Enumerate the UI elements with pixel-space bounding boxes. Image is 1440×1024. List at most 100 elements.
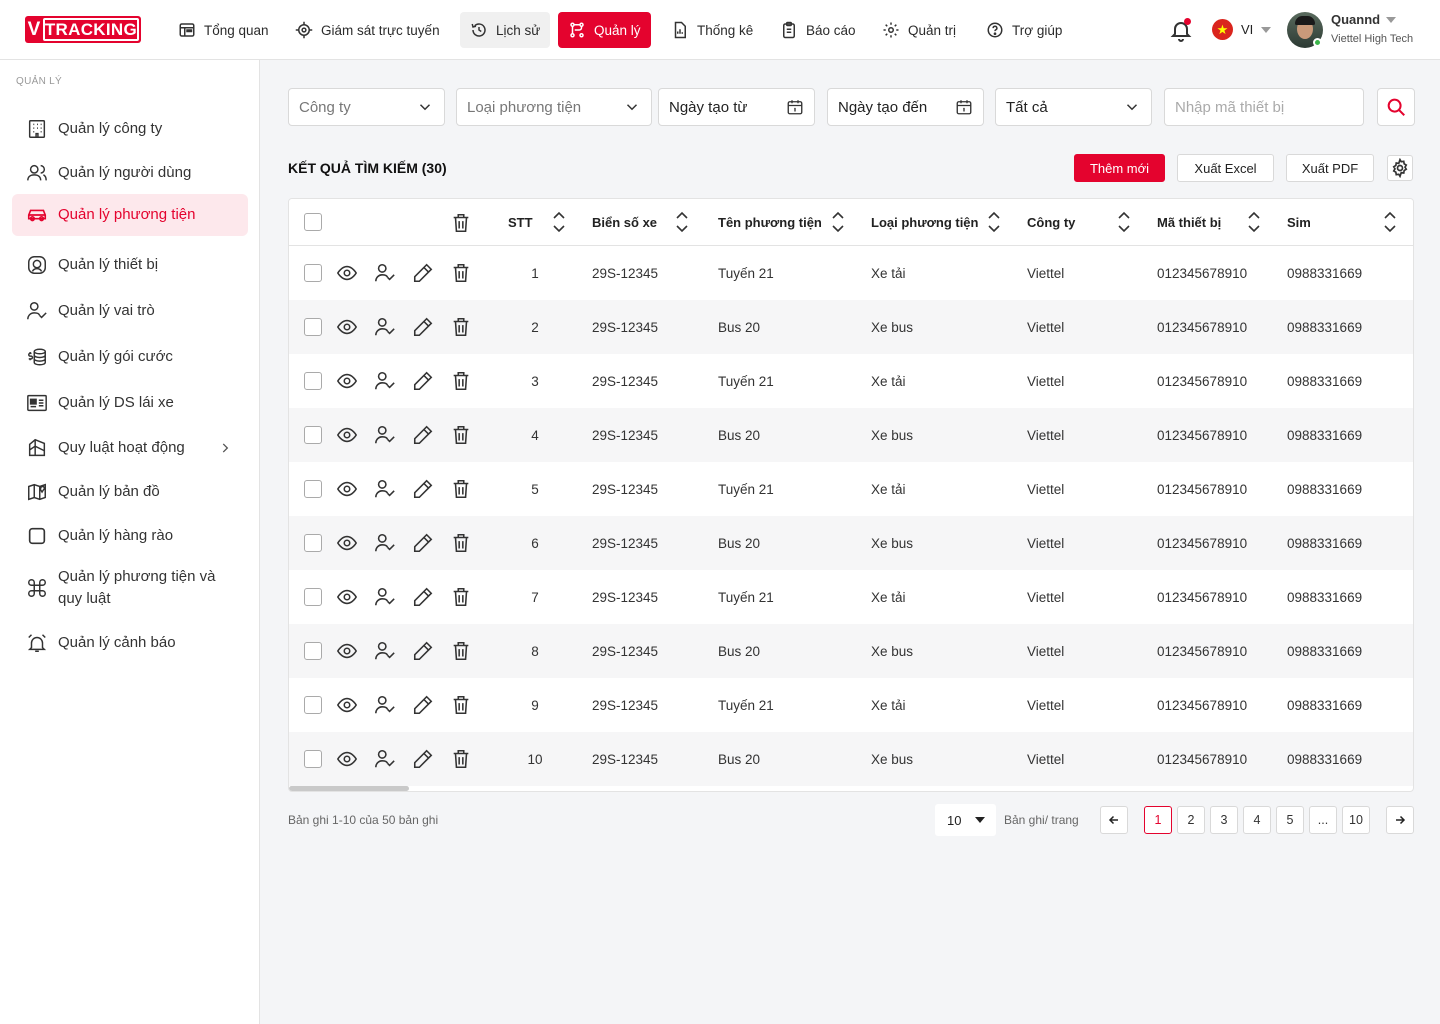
trash-icon[interactable]	[450, 478, 472, 500]
prev-page-button[interactable]	[1100, 806, 1128, 834]
sort-icon[interactable]	[1383, 210, 1397, 234]
page-size-select[interactable]: 10	[935, 804, 996, 836]
search-button[interactable]	[1377, 88, 1415, 126]
column-header-device-code[interactable]: Mã thiết bị	[1157, 199, 1221, 246]
trash-icon[interactable]	[450, 748, 472, 770]
trash-icon[interactable]	[450, 586, 472, 608]
column-header-vehicle-name[interactable]: Tên phương tiện	[718, 199, 822, 246]
user-menu[interactable]: Quannd	[1331, 12, 1397, 27]
date-from-picker[interactable]: Ngày tạo từ	[658, 88, 815, 126]
row-checkbox[interactable]	[304, 480, 322, 498]
sidebar-item-roles[interactable]: Quản lý vai trò	[12, 294, 248, 328]
nav-thong-ke[interactable]: Thống kê	[661, 12, 763, 48]
sort-icon[interactable]	[675, 210, 689, 234]
device-code-input[interactable]: Nhập mã thiết bị	[1164, 88, 1364, 126]
status-select[interactable]: Tất cả	[995, 88, 1152, 126]
trash-icon[interactable]	[450, 262, 472, 284]
trash-icon[interactable]	[450, 212, 472, 234]
assign-user-icon[interactable]	[374, 370, 396, 392]
eye-icon[interactable]	[336, 586, 358, 608]
sidebar-item-vehicle-rules[interactable]: Quản lý phương tiện và quy luật	[12, 563, 248, 613]
nav-tong-quan[interactable]: Tổng quan	[168, 12, 279, 48]
row-checkbox[interactable]	[304, 588, 322, 606]
sort-icon[interactable]	[1247, 210, 1261, 234]
sort-icon[interactable]	[1117, 210, 1131, 234]
assign-user-icon[interactable]	[374, 532, 396, 554]
eye-icon[interactable]	[336, 262, 358, 284]
eye-icon[interactable]	[336, 316, 358, 338]
eye-icon[interactable]	[336, 694, 358, 716]
row-checkbox[interactable]	[304, 318, 322, 336]
language-selector[interactable]: ★ VI	[1212, 19, 1272, 40]
sidebar-item-fences[interactable]: Quản lý hàng rào	[12, 519, 248, 553]
page-button[interactable]: 10	[1342, 806, 1370, 834]
edit-icon[interactable]	[412, 478, 434, 500]
sidebar-item-maps[interactable]: Quản lý bản đồ	[12, 475, 248, 509]
sidebar-item-company[interactable]: Quản lý công ty	[12, 112, 248, 146]
trash-icon[interactable]	[450, 694, 472, 716]
date-to-picker[interactable]: Ngày tạo đến	[827, 88, 984, 126]
sidebar-item-users[interactable]: Quản lý người dùng	[12, 156, 248, 190]
eye-icon[interactable]	[336, 532, 358, 554]
column-header-vehicle-type[interactable]: Loại phương tiện	[871, 199, 978, 246]
vtracking-logo[interactable]: V TRACKING	[25, 16, 141, 43]
assign-user-icon[interactable]	[374, 748, 396, 770]
column-header-stt[interactable]: STT	[508, 199, 533, 246]
eye-icon[interactable]	[336, 748, 358, 770]
sort-icon[interactable]	[831, 210, 845, 234]
row-checkbox[interactable]	[304, 750, 322, 768]
eye-icon[interactable]	[336, 370, 358, 392]
company-select[interactable]: Công ty	[288, 88, 445, 126]
assign-user-icon[interactable]	[374, 424, 396, 446]
horizontal-scrollbar[interactable]	[289, 786, 409, 791]
column-header-sim[interactable]: Sim	[1287, 199, 1311, 246]
assign-user-icon[interactable]	[374, 640, 396, 662]
trash-icon[interactable]	[450, 640, 472, 662]
sidebar-item-rules[interactable]: Quy luật hoạt động	[12, 431, 248, 465]
column-header-plate[interactable]: Biển số xe	[592, 199, 657, 246]
edit-icon[interactable]	[412, 586, 434, 608]
edit-icon[interactable]	[412, 424, 434, 446]
vehicle-type-select[interactable]: Loại phương tiện	[456, 88, 652, 126]
notification-bell[interactable]	[1169, 18, 1193, 42]
row-checkbox[interactable]	[304, 372, 322, 390]
sidebar-item-devices[interactable]: Quản lý thiết bị	[12, 248, 248, 282]
trash-icon[interactable]	[450, 370, 472, 392]
edit-icon[interactable]	[412, 694, 434, 716]
next-page-button[interactable]	[1386, 806, 1414, 834]
sidebar-item-vehicles[interactable]: Quản lý phương tiện	[12, 194, 248, 236]
eye-icon[interactable]	[336, 640, 358, 662]
page-button[interactable]: 2	[1177, 806, 1205, 834]
eye-icon[interactable]	[336, 478, 358, 500]
table-settings-button[interactable]	[1387, 155, 1413, 181]
export-excel-button[interactable]: Xuất Excel	[1177, 154, 1274, 182]
row-checkbox[interactable]	[304, 426, 322, 444]
trash-icon[interactable]	[450, 424, 472, 446]
nav-giam-sat[interactable]: Giám sát trực tuyến	[285, 12, 450, 48]
assign-user-icon[interactable]	[374, 586, 396, 608]
assign-user-icon[interactable]	[374, 478, 396, 500]
assign-user-icon[interactable]	[374, 316, 396, 338]
page-button[interactable]: 1	[1144, 806, 1172, 834]
assign-user-icon[interactable]	[374, 694, 396, 716]
trash-icon[interactable]	[450, 532, 472, 554]
row-checkbox[interactable]	[304, 534, 322, 552]
page-button[interactable]: 5	[1276, 806, 1304, 834]
sidebar-item-drivers[interactable]: Quản lý DS lái xe	[12, 386, 248, 420]
edit-icon[interactable]	[412, 532, 434, 554]
edit-icon[interactable]	[412, 316, 434, 338]
row-checkbox[interactable]	[304, 264, 322, 282]
edit-icon[interactable]	[412, 640, 434, 662]
select-all-checkbox[interactable]	[304, 213, 322, 231]
edit-icon[interactable]	[412, 262, 434, 284]
nav-quan-ly[interactable]: Quản lý	[558, 12, 651, 48]
trash-icon[interactable]	[450, 316, 472, 338]
sort-icon[interactable]	[987, 210, 1001, 234]
row-checkbox[interactable]	[304, 696, 322, 714]
nav-bao-cao[interactable]: Báo cáo	[770, 12, 866, 48]
assign-user-icon[interactable]	[374, 262, 396, 284]
eye-icon[interactable]	[336, 424, 358, 446]
add-new-button[interactable]: Thêm mới	[1074, 154, 1165, 182]
nav-lich-su[interactable]: Lịch sử	[460, 12, 551, 48]
page-button[interactable]: 3	[1210, 806, 1238, 834]
